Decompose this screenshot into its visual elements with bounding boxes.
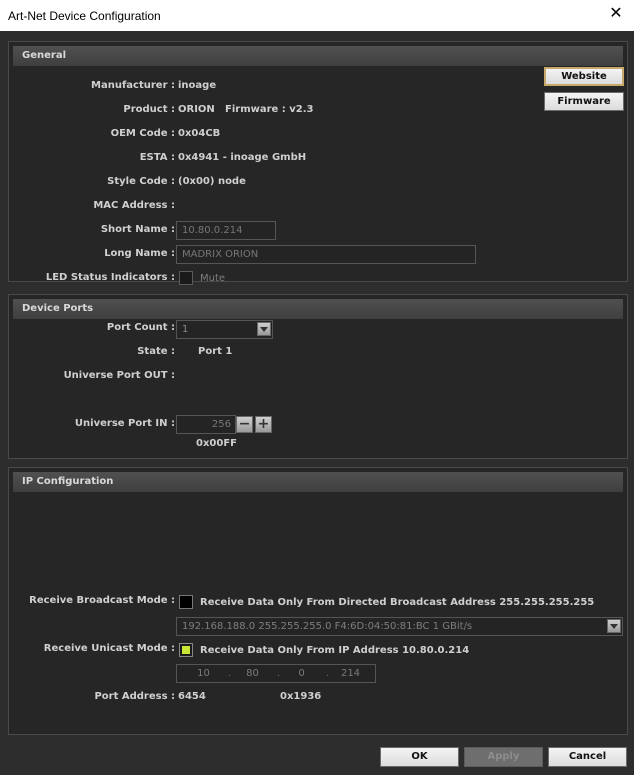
ip-octet-2: 80 xyxy=(246,668,259,679)
led-status-label: LED Status Indicators : xyxy=(45,272,175,283)
unicast-mode-label: Receive Unicast Mode : xyxy=(43,643,175,654)
website-button[interactable]: Website xyxy=(544,67,624,86)
network-adapter-select[interactable]: 192.168.188.0 255.255.255.0 F4:6D:04:50:… xyxy=(176,617,623,636)
port-address-value: 6454 xyxy=(178,691,206,702)
ip-configuration-header: IP Configuration xyxy=(13,472,623,492)
mute-checkbox[interactable] xyxy=(179,271,193,285)
esta-value: 0x4941 - inoage GmbH xyxy=(178,152,307,163)
general-header: General xyxy=(13,46,623,66)
universe-in-hex: 0x00FF xyxy=(196,438,237,449)
long-name-label: Long Name : xyxy=(104,248,175,259)
window-title: Art-Net Device Configuration xyxy=(8,9,161,23)
cancel-button[interactable]: Cancel xyxy=(548,747,627,767)
port-address-hex: 0x1936 xyxy=(280,691,322,702)
manufacturer-value: inoage xyxy=(178,80,217,91)
unicast-checkbox[interactable] xyxy=(179,643,193,657)
universe-out-label: Universe Port OUT : xyxy=(63,370,175,381)
state-label: State : xyxy=(137,346,175,357)
unicast-mode-text: Receive Data Only From IP Address 10.80.… xyxy=(200,645,470,656)
ip-address-input[interactable]: 10 . 80 . 0 . 214 xyxy=(176,664,376,683)
esta-label: ESTA : xyxy=(139,152,175,163)
apply-button[interactable]: Apply xyxy=(464,747,543,767)
ip-octet-1: 10 xyxy=(197,668,210,679)
title-bar: Art-Net Device Configuration ✕ xyxy=(0,0,634,31)
universe-in-decrement[interactable]: − xyxy=(236,416,253,433)
universe-in-label: Universe Port IN : xyxy=(74,418,175,429)
ip-octet-3: 0 xyxy=(298,668,305,679)
universe-in-input[interactable]: 256 xyxy=(176,415,236,434)
mac-address-label: MAC Address : xyxy=(93,200,175,211)
port-count-label: Port Count : xyxy=(106,322,175,333)
oem-value: 0x04CB xyxy=(178,128,221,139)
chevron-down-icon[interactable] xyxy=(257,322,271,336)
style-code-label: Style Code : xyxy=(107,176,175,187)
firmware-version: Firmware : v2.3 xyxy=(225,104,314,115)
close-icon[interactable]: ✕ xyxy=(606,4,626,24)
broadcast-checkbox[interactable] xyxy=(179,595,193,609)
universe-in-increment[interactable]: + xyxy=(255,416,272,433)
oem-label: OEM Code : xyxy=(110,128,175,139)
device-ports-header: Device Ports xyxy=(13,299,623,319)
ip-configuration-group: IP Configuration Receive Broadcast Mode … xyxy=(8,467,628,735)
product-label: Product : xyxy=(123,104,175,115)
broadcast-mode-label: Receive Broadcast Mode : xyxy=(29,595,175,606)
long-name-input[interactable]: MADRIX ORION xyxy=(176,245,476,264)
product-value: ORION xyxy=(178,104,215,115)
dialog-body: General Manufacturer : inoage Product : … xyxy=(0,31,634,775)
mute-label: Mute xyxy=(200,273,226,284)
general-group: General Manufacturer : inoage Product : … xyxy=(8,41,628,285)
ip-octet-4: 214 xyxy=(340,668,361,679)
state-value: Port 1 xyxy=(198,346,233,357)
short-name-label: Short Name : xyxy=(100,224,175,235)
broadcast-mode-text: Receive Data Only From Directed Broadcas… xyxy=(200,597,595,608)
firmware-button[interactable]: Firmware xyxy=(544,92,624,111)
port-address-label: Port Address : xyxy=(94,691,175,702)
chevron-down-icon[interactable] xyxy=(607,619,621,633)
ok-button[interactable]: OK xyxy=(380,747,459,767)
manufacturer-label: Manufacturer : xyxy=(91,80,175,91)
style-code-value: (0x00) node xyxy=(178,176,246,187)
device-ports-group: Device Ports Port Count : 1 State : Port… xyxy=(8,294,628,459)
short-name-input[interactable]: 10.80.0.214 xyxy=(176,221,276,240)
